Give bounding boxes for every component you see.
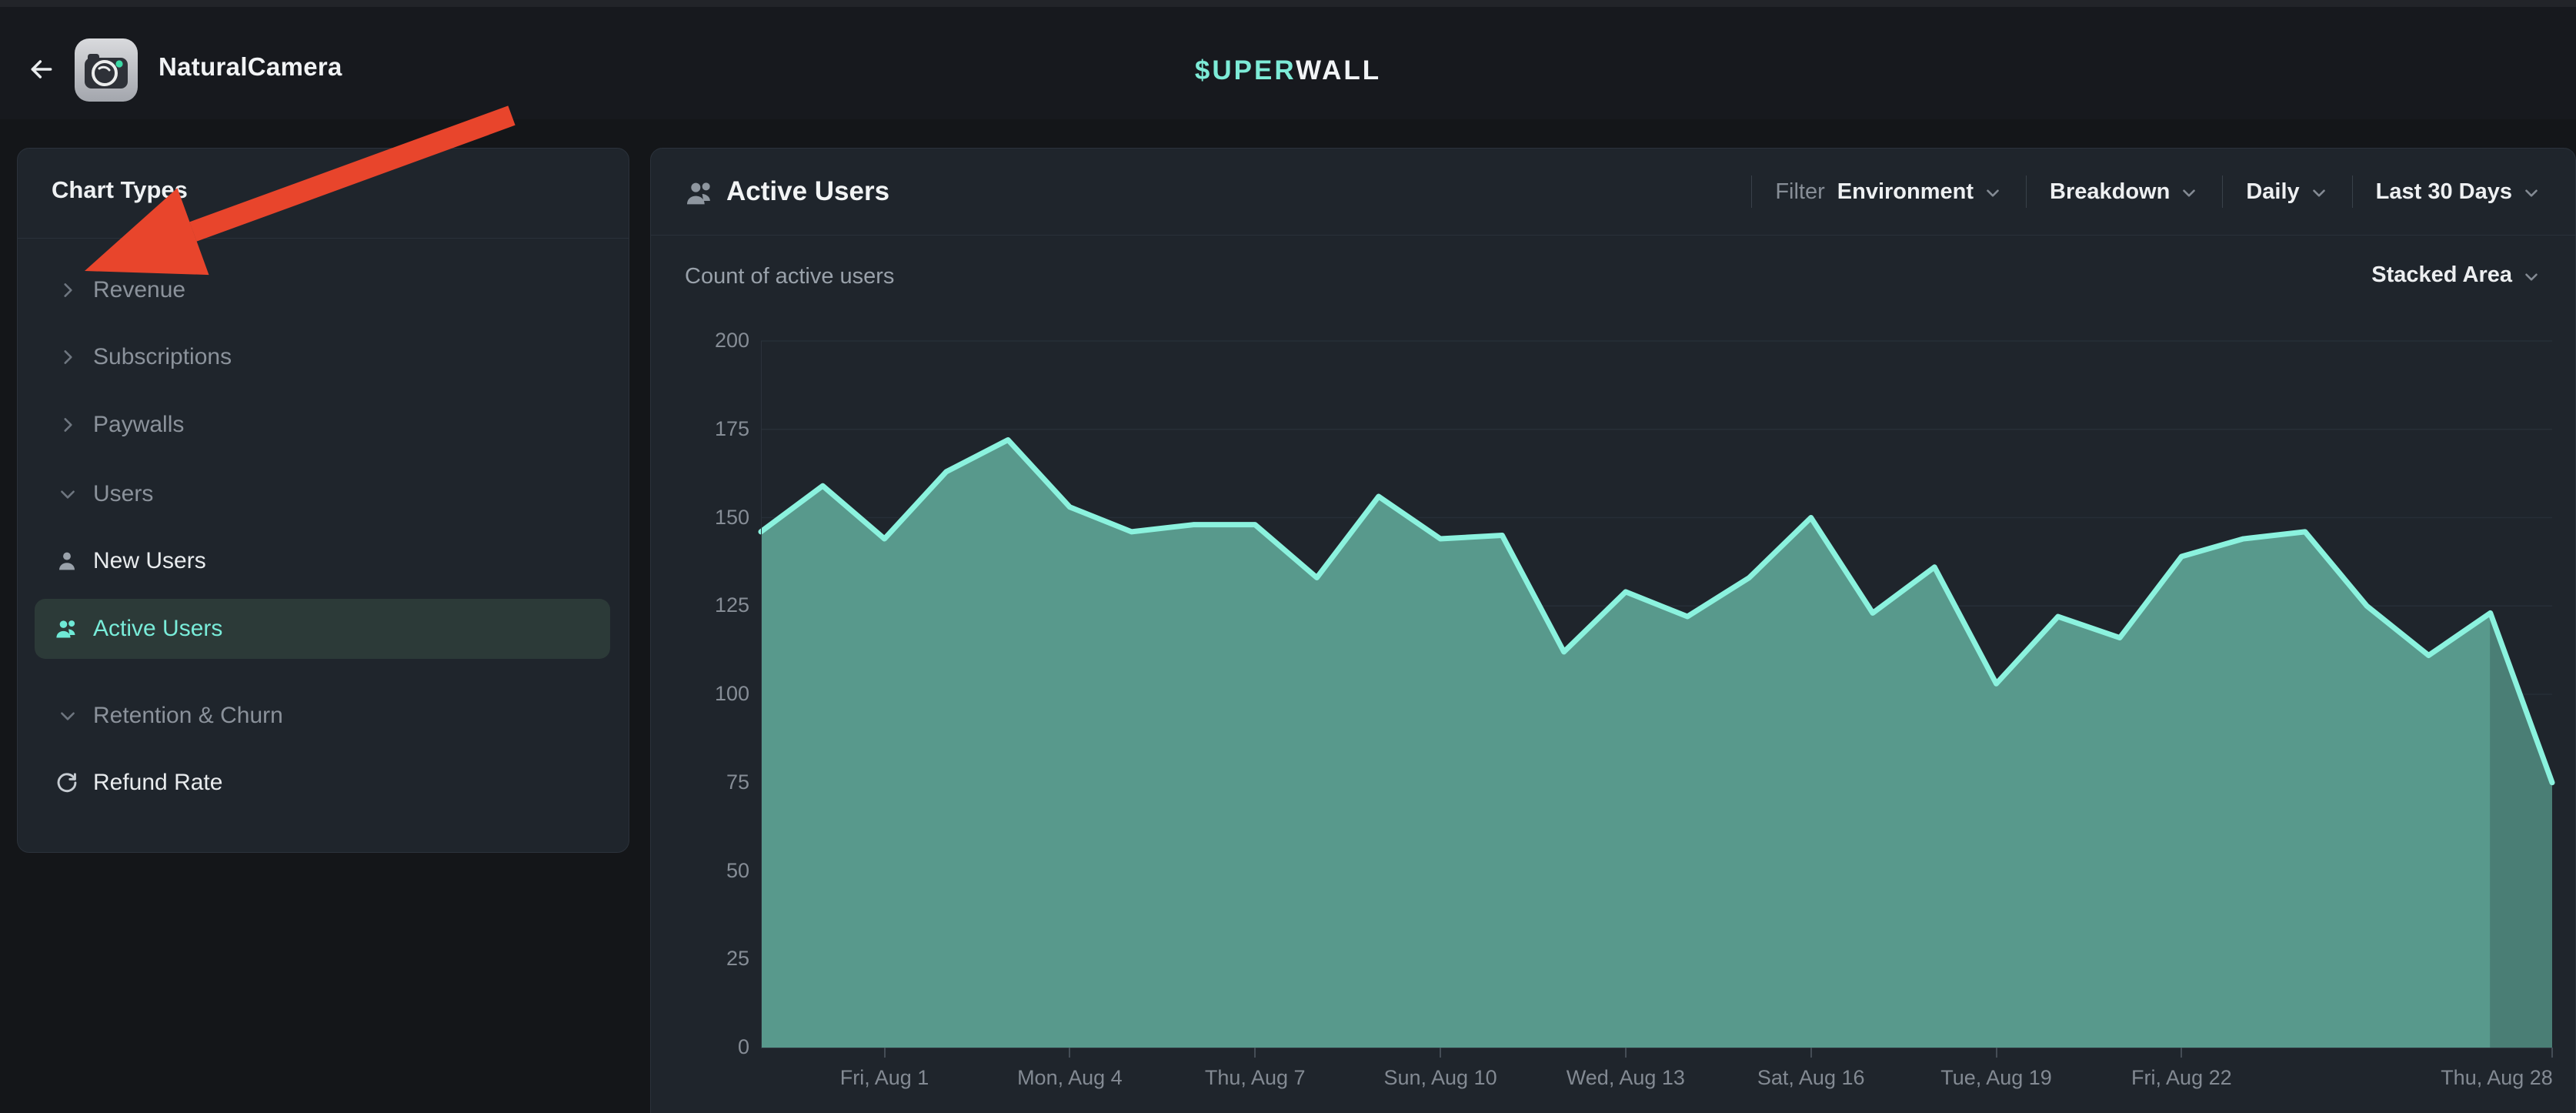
sidebar-item-refund-rate[interactable]: Refund Rate — [18, 758, 629, 807]
logo-wall-part: WALL — [1296, 55, 1381, 85]
sidebar-item-label: Revenue — [93, 277, 185, 303]
refresh-icon — [55, 770, 79, 795]
chevron-down-icon — [58, 484, 78, 504]
y-tick-label: 25 — [657, 947, 749, 971]
sidebar-item-label: Users — [93, 481, 153, 507]
window-top-strip — [0, 0, 2576, 7]
area-chart[interactable] — [761, 341, 2552, 1048]
chart-type-dropdown[interactable]: Stacked Area — [2371, 262, 2541, 288]
y-tick-label: 75 — [657, 770, 749, 794]
date-range-dropdown[interactable]: Last 30 Days — [2376, 179, 2541, 205]
filter-separator — [2352, 175, 2353, 208]
x-tick-mark — [1996, 1048, 1997, 1058]
y-tick-label: 150 — [657, 506, 749, 530]
arrow-left-icon — [26, 54, 57, 85]
chart-types-sidebar: Chart Types Revenue Subscriptions Paywal… — [17, 148, 629, 853]
x-tick-mark — [2181, 1048, 2182, 1058]
chevron-right-icon — [58, 280, 78, 300]
x-tick-mark — [1069, 1048, 1070, 1058]
superwall-logo: $UPERWALL — [1195, 55, 1381, 86]
x-tick-mark — [1440, 1048, 1441, 1058]
x-tick-label: Sat, Aug 16 — [1719, 1066, 1904, 1090]
breakdown-dropdown[interactable]: Breakdown — [2050, 179, 2199, 205]
x-tick-label: Thu, Aug 7 — [1163, 1066, 1347, 1090]
panel-title: Active Users — [726, 176, 889, 207]
sidebar-item-users[interactable]: Users — [18, 470, 629, 519]
sidebar-item-new-users[interactable]: New Users — [18, 536, 629, 586]
sidebar-item-retention-churn[interactable]: Retention & Churn — [18, 691, 629, 740]
sidebar-title: Chart Types — [52, 176, 188, 204]
filter-separator — [2222, 175, 2223, 208]
sidebar-divider — [18, 238, 629, 239]
area-fill-incomplete — [2491, 613, 2552, 1048]
logo-dollar-part: $UPER — [1195, 55, 1296, 85]
x-tick-mark — [1625, 1048, 1627, 1058]
y-tick-label: 50 — [657, 859, 749, 883]
x-tick-label: Sun, Aug 10 — [1348, 1066, 1533, 1090]
filter-value: Last 30 Days — [2376, 179, 2512, 205]
chevron-down-icon — [58, 706, 78, 726]
chevron-down-icon — [2179, 183, 2199, 203]
y-tick-label: 175 — [657, 417, 749, 441]
chevron-right-icon — [58, 415, 78, 435]
sidebar-item-label: Refund Rate — [93, 770, 222, 796]
app-icon-camera — [74, 38, 138, 102]
chevron-down-icon — [2521, 267, 2541, 287]
filter-value: Breakdown — [2050, 179, 2170, 205]
y-tick-label: 200 — [657, 329, 749, 353]
chevron-right-icon — [58, 347, 78, 367]
x-tick-label: Wed, Aug 13 — [1533, 1066, 1718, 1090]
filter-environment-dropdown[interactable]: Environment — [1837, 179, 2003, 205]
app-name: NaturalCamera — [158, 52, 342, 82]
person-icon — [55, 549, 79, 573]
x-tick-label: Mon, Aug 4 — [977, 1066, 1162, 1090]
filter-bar: Filter Environment Breakdown Daily Last … — [1728, 149, 2541, 235]
sidebar-item-label: Subscriptions — [93, 344, 232, 370]
chevron-down-icon — [2521, 183, 2541, 203]
people-icon — [685, 178, 716, 209]
y-tick-label: 100 — [657, 682, 749, 706]
area-fill — [761, 440, 2491, 1048]
x-tick-mark — [2551, 1048, 2553, 1058]
sidebar-item-subscriptions[interactable]: Subscriptions — [18, 333, 629, 382]
filter-separator — [1751, 175, 1752, 208]
y-axis-line — [761, 341, 762, 1048]
people-icon — [55, 617, 79, 641]
chevron-down-icon — [1983, 183, 2003, 203]
active-users-panel: Active Users Filter Environment Breakdow… — [650, 148, 2576, 1113]
sidebar-item-label: Paywalls — [93, 412, 184, 438]
app-window: NaturalCamera $UPERWALL Chart Types Reve… — [0, 0, 2576, 1113]
back-button[interactable] — [26, 54, 57, 85]
sidebar-item-label: Retention & Churn — [93, 703, 283, 729]
top-bar: NaturalCamera $UPERWALL — [0, 0, 2576, 119]
sidebar-item-label: Active Users — [93, 616, 222, 642]
x-tick-mark — [1810, 1048, 1812, 1058]
panel-header-divider — [651, 235, 2575, 236]
filter-separator — [2026, 175, 2027, 208]
chevron-down-icon — [2309, 183, 2329, 203]
y-tick-label: 0 — [657, 1035, 749, 1059]
sidebar-item-active-users[interactable]: Active Users — [18, 604, 629, 653]
chart-subtitle: Count of active users — [685, 264, 894, 289]
y-tick-label: 125 — [657, 593, 749, 617]
x-tick-mark — [1254, 1048, 1256, 1058]
filter-label: Filter — [1775, 179, 1824, 205]
x-tick-label: Fri, Aug 22 — [2089, 1066, 2274, 1090]
sidebar-item-revenue[interactable]: Revenue — [18, 266, 629, 315]
x-tick-label: Thu, Aug 28 — [2404, 1066, 2576, 1090]
sidebar-item-paywalls[interactable]: Paywalls — [18, 400, 629, 450]
chart-canvas — [761, 341, 2552, 1048]
sidebar-item-label: New Users — [93, 548, 206, 574]
x-tick-label: Fri, Aug 1 — [792, 1066, 977, 1090]
x-tick-mark — [884, 1048, 886, 1058]
chart-type-value: Stacked Area — [2371, 262, 2512, 288]
granularity-dropdown[interactable]: Daily — [2246, 179, 2328, 205]
filter-value: Environment — [1837, 179, 1974, 205]
x-tick-label: Tue, Aug 19 — [1904, 1066, 2089, 1090]
filter-value: Daily — [2246, 179, 2299, 205]
